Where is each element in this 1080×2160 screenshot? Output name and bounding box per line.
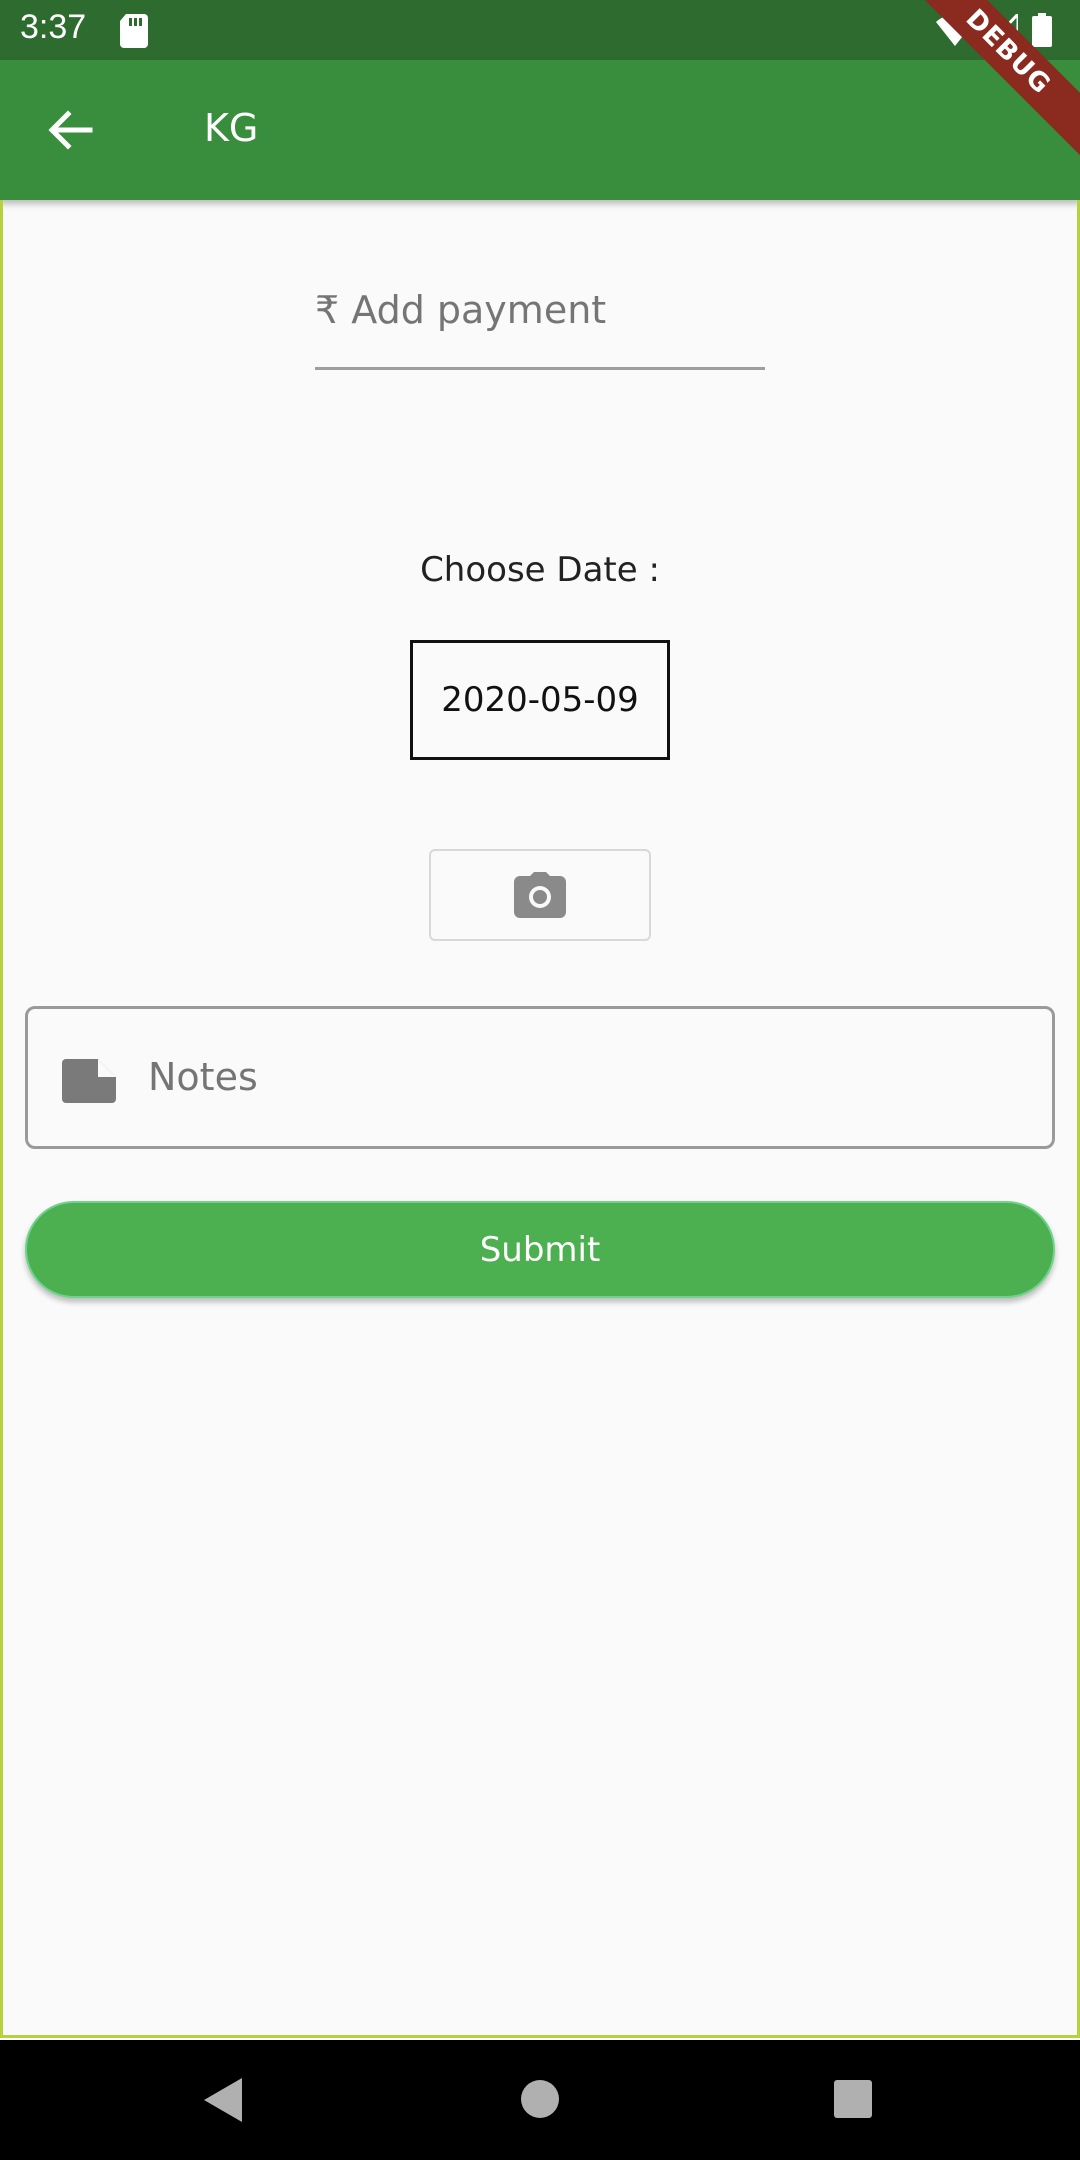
camera-icon [514,872,566,918]
sd-card-icon [120,14,148,48]
date-value: 2020-05-09 [441,680,639,720]
payment-placeholder: ₹ Add payment [315,288,607,332]
nav-recents-icon[interactable] [834,2080,872,2118]
notes-field[interactable]: Notes [25,1006,1055,1149]
back-arrow-icon[interactable] [40,100,100,160]
page-title: KG [204,106,259,150]
navigation-bar [0,2040,1080,2160]
app-bar: KG [0,60,1080,200]
note-icon [62,1059,116,1103]
battery-icon [1032,13,1052,47]
choose-date-label: Choose Date : [420,550,660,590]
date-picker-button[interactable]: 2020-05-09 [410,640,670,760]
screen: 3:37 KG DEBUG ₹ Add payment Choose Date … [0,0,1080,2160]
submit-button[interactable]: Submit [25,1201,1055,1298]
nav-back-icon[interactable] [204,2078,244,2122]
payment-input[interactable]: ₹ Add payment [315,280,765,370]
submit-label: Submit [479,1229,601,1270]
status-time: 3:37 [20,8,87,46]
nav-home-icon[interactable] [521,2080,559,2118]
status-bar: 3:37 [0,0,1080,60]
camera-button[interactable] [429,849,651,941]
notes-placeholder: Notes [148,1055,258,1099]
